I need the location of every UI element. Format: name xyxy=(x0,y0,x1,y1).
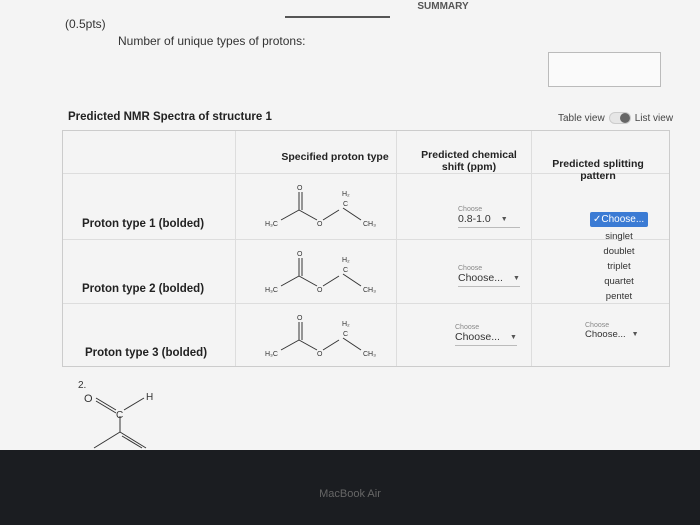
aldehyde-structure: 2. O C H xyxy=(78,380,153,449)
shift-select-value: Choose... xyxy=(455,331,500,343)
table-divider xyxy=(531,131,532,366)
question-text: Number of unique types of protons: xyxy=(118,34,306,48)
splitting-dropdown-proton-1[interactable]: ✓Choose... singlet doublet triplet quart… xyxy=(590,212,648,312)
splitting-select-proton-3[interactable]: Choose Choose... ▼ xyxy=(585,322,639,340)
chevron-down-icon[interactable]: ▼ xyxy=(513,275,520,282)
ester-o-label: O xyxy=(317,351,323,358)
list-view-label[interactable]: List view xyxy=(635,113,673,124)
row-label-proton-1: Proton type 1 (bolded) xyxy=(82,218,205,230)
h3c-label: H₃C xyxy=(265,221,278,228)
device-brand: MacBook Air xyxy=(319,488,381,500)
shift-select-proton-2[interactable]: Choose Choose... ▼ xyxy=(458,265,520,287)
toggle-knob xyxy=(619,113,630,123)
ch3-label: CH₃ xyxy=(363,351,376,358)
h3c-label: H₃C xyxy=(265,287,278,294)
nmr-section-title: Predicted NMR Spectra of structure 1 xyxy=(68,111,272,123)
h2-label: H₂ xyxy=(342,321,350,328)
carbonyl-o-label: O xyxy=(297,185,303,192)
shift-select-value: Choose... xyxy=(458,272,503,284)
view-switch[interactable] xyxy=(608,112,631,124)
table-divider xyxy=(235,131,236,366)
option-quartet[interactable]: quartet xyxy=(590,276,648,287)
splitting-select-value: Choose... xyxy=(585,329,626,340)
option-singlet[interactable]: singlet xyxy=(590,231,648,242)
h3c-label: H₃C xyxy=(265,351,278,358)
c-label: C xyxy=(343,267,348,274)
chevron-down-icon[interactable]: ▼ xyxy=(632,331,639,338)
ester-structure-1: H₃C O O H₂ C CH₃ xyxy=(265,185,376,228)
splitting-selected-option[interactable]: ✓Choose... xyxy=(590,212,648,227)
chevron-down-icon[interactable]: ▼ xyxy=(501,216,508,223)
header-proton-type: Specified proton type xyxy=(281,151,389,163)
row-label-proton-2: Proton type 2 (bolded) xyxy=(82,283,205,295)
chevron-down-icon[interactable]: ▼ xyxy=(510,334,517,341)
option-pentet[interactable]: pentet xyxy=(590,291,648,302)
carbonyl-o-label: O xyxy=(297,315,303,322)
shift-select-hint: Choose xyxy=(455,324,480,331)
tab-previous[interactable] xyxy=(285,0,390,18)
table-divider xyxy=(63,239,669,240)
shift-select-proton-3[interactable]: Choose Choose... ▼ xyxy=(455,324,517,346)
table-divider xyxy=(396,131,397,366)
h2-label: H₂ xyxy=(342,257,350,264)
c-label: C xyxy=(343,331,348,338)
c-label: C xyxy=(343,201,348,208)
question-points: (0.5pts) xyxy=(65,17,106,31)
splitting-select-hint: Choose xyxy=(585,322,610,329)
select-underline xyxy=(458,286,520,287)
header-splitting: Predicted splitting pattern xyxy=(552,158,644,182)
table-divider xyxy=(63,303,669,304)
unique-protons-answer-input[interactable] xyxy=(548,52,661,87)
row-label-proton-3: Proton type 3 (bolded) xyxy=(85,347,208,359)
aldehyde-o-label: O xyxy=(84,393,93,405)
carbonyl-o-label: O xyxy=(297,251,303,258)
aldehyde-c-label: C xyxy=(116,410,123,421)
ester-o-label: O xyxy=(317,221,323,228)
select-underline xyxy=(455,345,517,346)
tab-summary[interactable]: SUMMARY xyxy=(398,0,488,20)
ester-structure-3: H₃C O O H₂ C CH₃ xyxy=(265,315,376,358)
ester-structure-2: H₃C O O H₂ C CH₃ xyxy=(265,251,376,294)
ester-o-label: O xyxy=(317,287,323,294)
header-chemical-shift: Predicted chemical shift (ppm) xyxy=(421,149,517,173)
aldehyde-h-label: H xyxy=(146,392,153,403)
view-toggle[interactable]: Table view List view xyxy=(558,112,673,124)
option-triplet[interactable]: triplet xyxy=(590,261,648,272)
ch3-label: CH₃ xyxy=(363,221,376,228)
ch3-label: CH₃ xyxy=(363,287,376,294)
shift-select-value: 0.8-1.0 xyxy=(458,213,491,225)
shift-select-proton-1[interactable]: Choose 0.8-1.0 ▼ xyxy=(458,206,520,228)
question-number: 2. xyxy=(78,380,86,391)
h2-label: H₂ xyxy=(342,191,350,198)
option-doublet[interactable]: doublet xyxy=(590,246,648,257)
shift-select-hint: Choose xyxy=(458,265,483,272)
table-view-label[interactable]: Table view xyxy=(558,113,605,124)
shift-select-hint: Choose xyxy=(458,206,483,213)
laptop-bezel: MacBook Air xyxy=(0,450,700,525)
select-underline xyxy=(458,227,520,228)
